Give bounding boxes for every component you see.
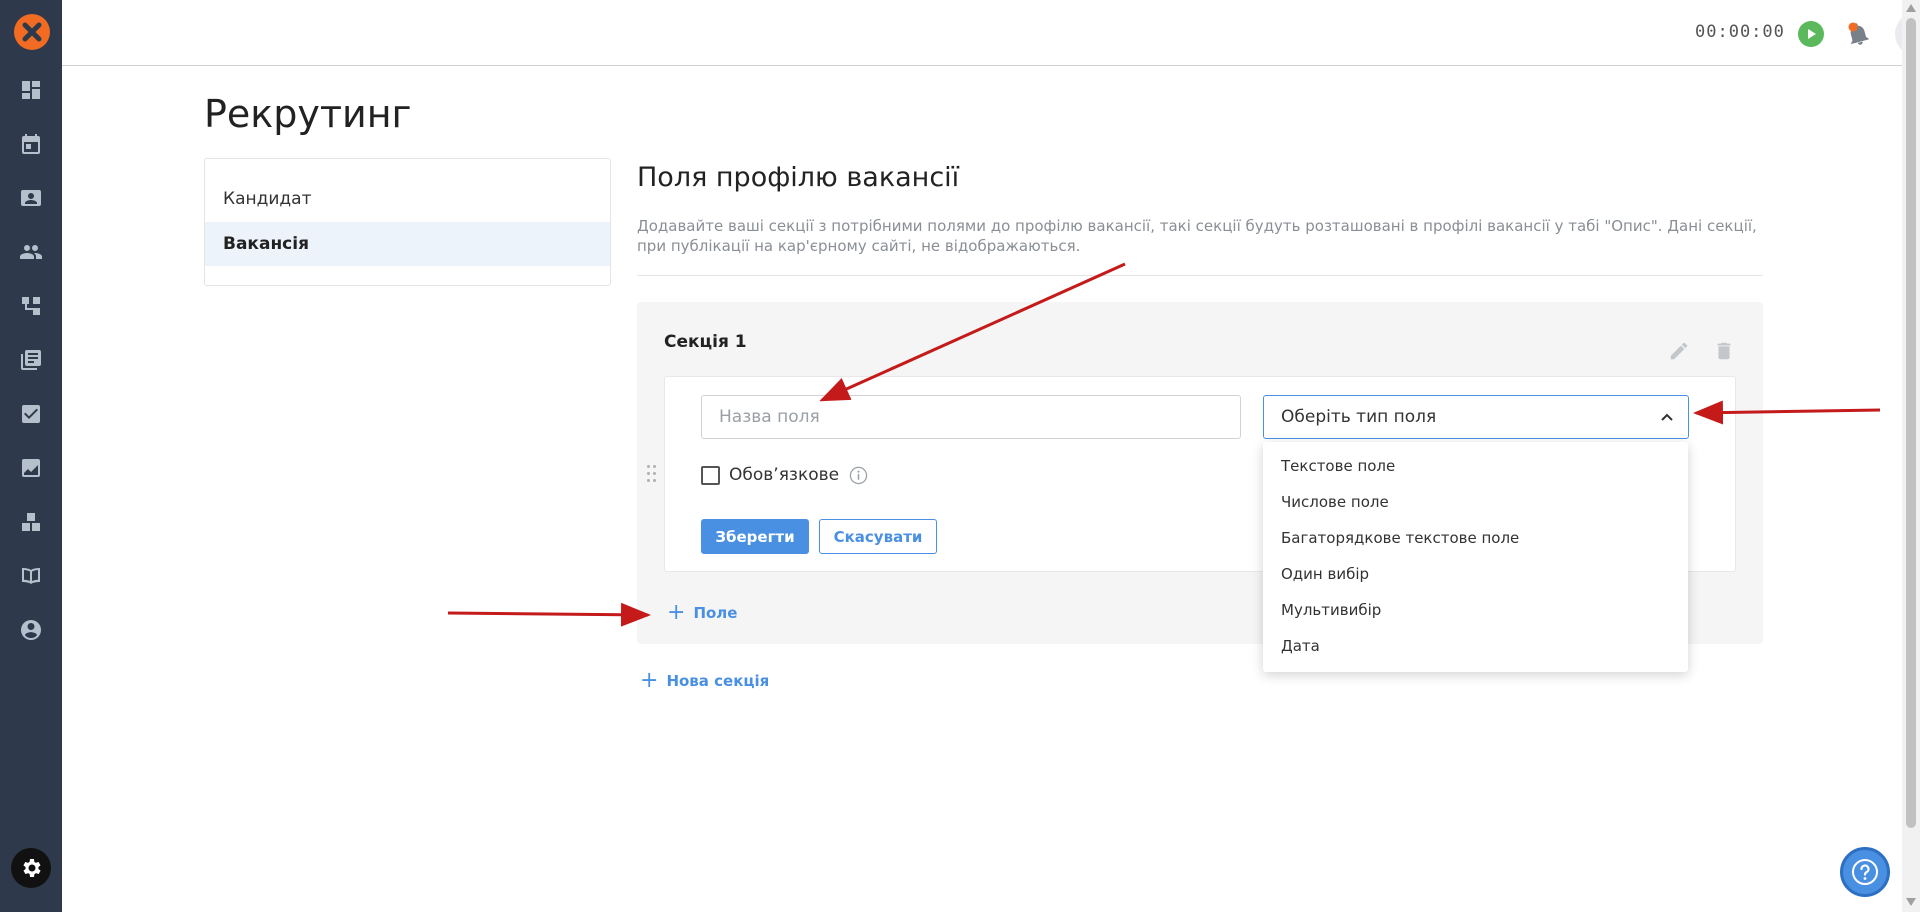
profile-icon[interactable] bbox=[19, 618, 43, 642]
scroll-up-icon[interactable] bbox=[1906, 4, 1916, 12]
page-title: Рекрутинг bbox=[204, 92, 412, 136]
required-checkbox-label: Обов’язкове bbox=[729, 465, 840, 485]
add-field-button[interactable]: + Поле bbox=[667, 600, 738, 625]
integrations-icon[interactable] bbox=[19, 510, 43, 534]
save-button[interactable]: Зберегти bbox=[701, 519, 809, 554]
plus-icon: + bbox=[667, 600, 686, 625]
drag-handle-icon[interactable] bbox=[647, 465, 657, 485]
topbar: 00:00:00 bbox=[62, 0, 1920, 66]
logo-icon[interactable] bbox=[14, 14, 50, 50]
workflow-icon[interactable] bbox=[19, 294, 43, 318]
chevron-up-icon bbox=[1661, 413, 1673, 421]
field-type-select-value: Оберіть тип поля bbox=[1281, 407, 1437, 427]
dropdown-option-multiline[interactable]: Багаторядкове текстове поле bbox=[1263, 520, 1688, 556]
required-checkbox[interactable] bbox=[701, 465, 720, 485]
section-heading: Поля профілю вакансії bbox=[637, 162, 960, 193]
question-icon bbox=[1852, 859, 1878, 885]
add-section-button[interactable]: + Нова секція bbox=[640, 668, 770, 693]
contacts-icon[interactable] bbox=[19, 186, 43, 210]
add-section-label: Нова секція bbox=[666, 672, 770, 690]
scroll-down-icon[interactable] bbox=[1906, 898, 1916, 906]
field-name-input[interactable] bbox=[701, 395, 1241, 439]
timer-display: 00:00:00 bbox=[1695, 22, 1785, 42]
checklist-icon[interactable] bbox=[19, 402, 43, 426]
section-description: Додавайте ваші секції з потрібними полям… bbox=[637, 217, 1757, 255]
delete-section-icon[interactable] bbox=[1713, 340, 1735, 362]
annotation-arrow-add-field bbox=[447, 602, 651, 627]
info-icon[interactable] bbox=[849, 466, 868, 485]
add-field-label: Поле bbox=[693, 604, 738, 622]
plus-icon: + bbox=[640, 668, 659, 693]
book-icon[interactable] bbox=[19, 564, 43, 588]
dropdown-option-date[interactable]: Дата bbox=[1263, 628, 1688, 664]
help-button[interactable] bbox=[1840, 847, 1890, 897]
gear-icon[interactable] bbox=[11, 848, 51, 888]
analytics-icon[interactable] bbox=[19, 456, 43, 480]
dashboard-icon[interactable] bbox=[19, 78, 43, 102]
play-timer-button[interactable] bbox=[1798, 21, 1824, 47]
library-icon[interactable] bbox=[19, 348, 43, 372]
calendar-icon[interactable] bbox=[19, 132, 43, 156]
subnav-item-vacancy[interactable]: Вакансія bbox=[205, 222, 610, 266]
play-icon bbox=[1808, 29, 1816, 39]
field-type-dropdown: Текстове поле Числове поле Багаторядкове… bbox=[1263, 442, 1688, 672]
subnav-item-candidate[interactable]: Кандидат bbox=[205, 177, 610, 221]
dropdown-option-single-choice[interactable]: Один вибір bbox=[1263, 556, 1688, 592]
dropdown-option-multi-choice[interactable]: Мультивибір bbox=[1263, 592, 1688, 628]
settings-subnav: Кандидат Вакансія bbox=[204, 158, 611, 286]
people-icon[interactable] bbox=[19, 240, 43, 264]
edit-section-icon[interactable] bbox=[1668, 340, 1690, 362]
dropdown-option-number[interactable]: Числове поле bbox=[1263, 484, 1688, 520]
scrollbar[interactable] bbox=[1902, 0, 1920, 912]
section-card-title: Секція 1 bbox=[664, 332, 747, 352]
cancel-button[interactable]: Скасувати bbox=[819, 519, 937, 554]
divider bbox=[637, 275, 1763, 276]
dropdown-option-text[interactable]: Текстове поле bbox=[1263, 448, 1688, 484]
sidebar bbox=[0, 0, 62, 912]
notifications-bell-icon[interactable] bbox=[1844, 20, 1872, 48]
scroll-thumb[interactable] bbox=[1906, 18, 1916, 828]
required-checkbox-row: Обов’язкове bbox=[701, 463, 868, 487]
field-type-select[interactable]: Оберіть тип поля bbox=[1263, 395, 1689, 439]
